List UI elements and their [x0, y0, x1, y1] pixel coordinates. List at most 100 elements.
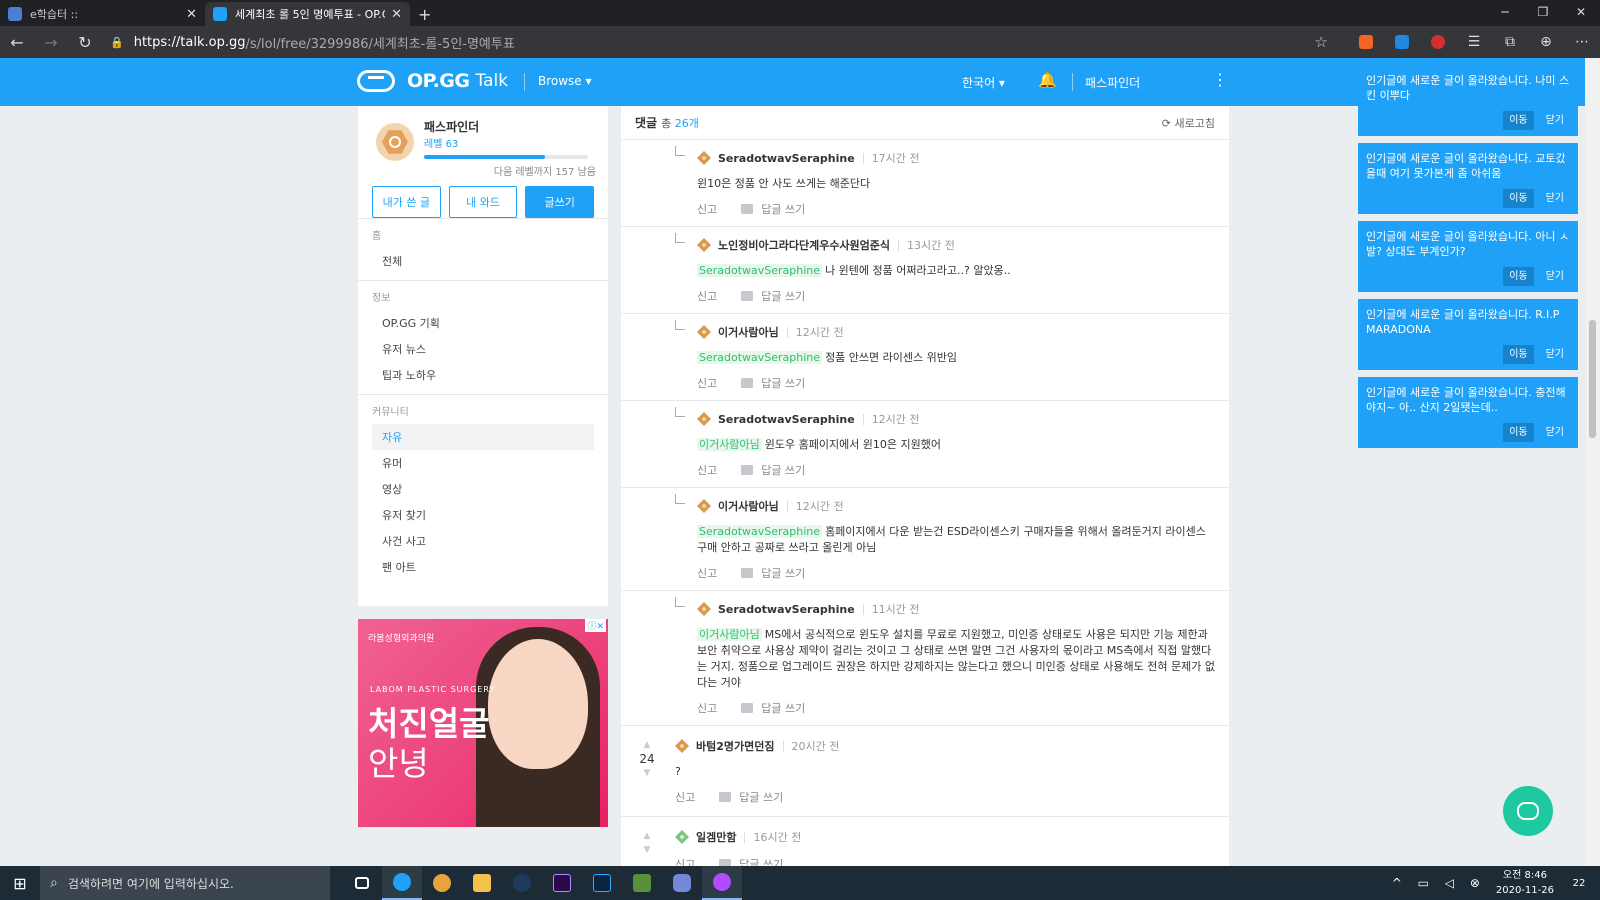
task-view-icon[interactable]	[342, 866, 382, 900]
nav-item-all[interactable]: 전체	[372, 248, 594, 274]
reply-author[interactable]: 노인정비아그라다단계우수사원엄준식	[718, 237, 890, 253]
file-explorer-icon[interactable]	[462, 866, 502, 900]
my-posts-button[interactable]: 내가 쓴 글	[372, 186, 441, 218]
my-comments-button[interactable]: 내 와드	[448, 186, 518, 218]
forward-icon[interactable]: →	[34, 33, 68, 52]
comment-author[interactable]: 바텀2명가면던짐	[696, 738, 775, 754]
nav-item-user-news[interactable]: 유저 뉴스	[372, 336, 594, 362]
browse-dropdown[interactable]: Browse ▾	[538, 74, 592, 88]
report-button[interactable]: 신고	[697, 288, 717, 304]
mention-tag[interactable]: SeradotwavSeraphine	[697, 351, 823, 364]
bell-icon[interactable]: 🔔	[1038, 71, 1057, 89]
mention-tag[interactable]: SeradotwavSeraphine	[697, 525, 823, 538]
write-reply-button[interactable]: 답글 쓰기	[741, 288, 805, 304]
browser-tab-2[interactable]: 세계최초 롤 5인 명예투표 - OP.G ✕	[205, 2, 410, 26]
extension-2-icon[interactable]	[1384, 35, 1420, 49]
nav-item-video[interactable]: 영상	[372, 476, 594, 502]
reply-author[interactable]: 이거사람아님	[718, 324, 779, 340]
favorites-icon[interactable]: ☰	[1456, 34, 1492, 50]
write-reply-button[interactable]: 답글 쓰기	[741, 462, 805, 478]
nav-item-opgg-plan[interactable]: OP.GG 기획	[372, 310, 594, 336]
page-scrollbar[interactable]	[1585, 58, 1600, 866]
more-icon[interactable]: ⋯	[1564, 34, 1600, 50]
browser-tab-1[interactable]: e학습터 :: ✕	[0, 2, 205, 26]
chat-button[interactable]	[1503, 786, 1553, 836]
profile-icon[interactable]: ⊕	[1528, 34, 1564, 50]
write-reply-button[interactable]: 답글 쓰기	[741, 565, 805, 581]
new-tab-icon[interactable]: +	[418, 2, 431, 26]
language-dropdown[interactable]: 한국어 ▾	[962, 74, 1005, 91]
nav-item-incidents[interactable]: 사건 사고	[372, 528, 594, 554]
advertisement[interactable]: 라봄성형외과의원 LABOM PLASTIC SURGERY 처진얼굴 안녕 ⓘ…	[358, 619, 608, 827]
write-reply-button[interactable]: 답글 쓰기	[741, 201, 805, 217]
go-button[interactable]: 이동	[1503, 111, 1534, 130]
action-center-icon[interactable]: 22	[1566, 872, 1592, 894]
favorite-star-icon[interactable]: ☆	[1315, 33, 1328, 51]
close-button[interactable]: 닫기	[1540, 189, 1570, 208]
report-button[interactable]: 신고	[675, 856, 695, 866]
discord-icon[interactable]	[662, 866, 702, 900]
close-window-icon[interactable]: ✕	[1562, 0, 1600, 24]
report-button[interactable]: 신고	[697, 462, 717, 478]
close-tab-icon[interactable]: ✕	[391, 7, 402, 22]
clock[interactable]: 오전 8:46 2020-11-26	[1496, 868, 1554, 898]
close-button[interactable]: 닫기	[1540, 111, 1570, 130]
write-reply-button[interactable]: 답글 쓰기	[719, 856, 783, 866]
close-tab-icon[interactable]: ✕	[186, 7, 197, 22]
reload-icon[interactable]: ↻	[68, 33, 102, 52]
nav-item-free[interactable]: 자유	[372, 424, 594, 450]
more-vertical-icon[interactable]: ⋮	[1212, 70, 1228, 89]
opgg-logo[interactable]: OP.GG Talk	[357, 70, 508, 92]
ad-close-icon[interactable]: ⓘ✕	[585, 619, 606, 632]
messenger-icon[interactable]	[702, 866, 742, 900]
mention-tag[interactable]: 이거사람아님	[697, 438, 762, 451]
tray-icons[interactable]: ^ ▭ ◁ ⊗	[1392, 876, 1486, 890]
scrollbar-thumb[interactable]	[1589, 320, 1596, 438]
write-reply-button[interactable]: 답글 쓰기	[741, 375, 805, 391]
restore-icon[interactable]: ❐	[1524, 0, 1562, 24]
mention-tag[interactable]: SeradotwavSeraphine	[697, 264, 823, 277]
mention-tag[interactable]: 이거사람아님	[697, 628, 762, 641]
extension-3-icon[interactable]	[1420, 35, 1456, 49]
report-button[interactable]: 신고	[697, 201, 717, 217]
extension-1-icon[interactable]	[1348, 35, 1384, 49]
comment-author[interactable]: 일겜만함	[696, 829, 736, 845]
nav-item-humor[interactable]: 유머	[372, 450, 594, 476]
reply-author[interactable]: SeradotwavSeraphine	[718, 152, 855, 165]
address-bar[interactable]: 🔒 https://talk.op.gg/s/lol/free/3299986/…	[110, 33, 1225, 52]
minecraft-icon[interactable]	[622, 866, 662, 900]
steam-icon[interactable]	[502, 866, 542, 900]
write-reply-button[interactable]: 답글 쓰기	[741, 700, 805, 716]
user-name[interactable]: 패스파인더	[1085, 74, 1140, 91]
upvote-icon[interactable]: ▲	[635, 738, 659, 752]
downvote-icon[interactable]: ▼	[635, 766, 659, 780]
report-button[interactable]: 신고	[697, 375, 717, 391]
report-button[interactable]: 신고	[697, 700, 717, 716]
go-button[interactable]: 이동	[1503, 267, 1534, 286]
minimize-icon[interactable]: ─	[1486, 0, 1524, 24]
nav-item-find-users[interactable]: 유저 찾기	[372, 502, 594, 528]
premiere-icon[interactable]	[542, 866, 582, 900]
upvote-icon[interactable]: ▲	[635, 829, 659, 843]
chrome-icon[interactable]	[422, 866, 462, 900]
downvote-icon[interactable]: ▼	[635, 843, 659, 857]
close-button[interactable]: 닫기	[1540, 267, 1570, 286]
go-button[interactable]: 이동	[1503, 345, 1534, 364]
write-reply-button[interactable]: 답글 쓰기	[719, 789, 783, 805]
write-button[interactable]: 글쓰기	[525, 186, 595, 218]
reply-author[interactable]: 이거사람아님	[718, 498, 779, 514]
go-button[interactable]: 이동	[1503, 189, 1534, 208]
edge-icon[interactable]	[382, 866, 422, 900]
windows-start-icon[interactable]: ⊞	[0, 874, 40, 893]
report-button[interactable]: 신고	[697, 565, 717, 581]
refresh-button[interactable]: ⟳ 새로고침	[1162, 115, 1215, 131]
go-button[interactable]: 이동	[1503, 423, 1534, 442]
nav-item-tips[interactable]: 팁과 노하우	[372, 362, 594, 388]
close-button[interactable]: 닫기	[1540, 345, 1570, 364]
taskbar-search-input[interactable]: ⌕ 검색하려면 여기에 입력하십시오.	[40, 866, 330, 900]
collections-icon[interactable]: ⧉	[1492, 34, 1528, 50]
report-button[interactable]: 신고	[675, 789, 695, 805]
reply-author[interactable]: SeradotwavSeraphine	[718, 413, 855, 426]
nav-item-fan-art[interactable]: 팬 아트	[372, 554, 594, 580]
avatar[interactable]	[376, 123, 414, 161]
